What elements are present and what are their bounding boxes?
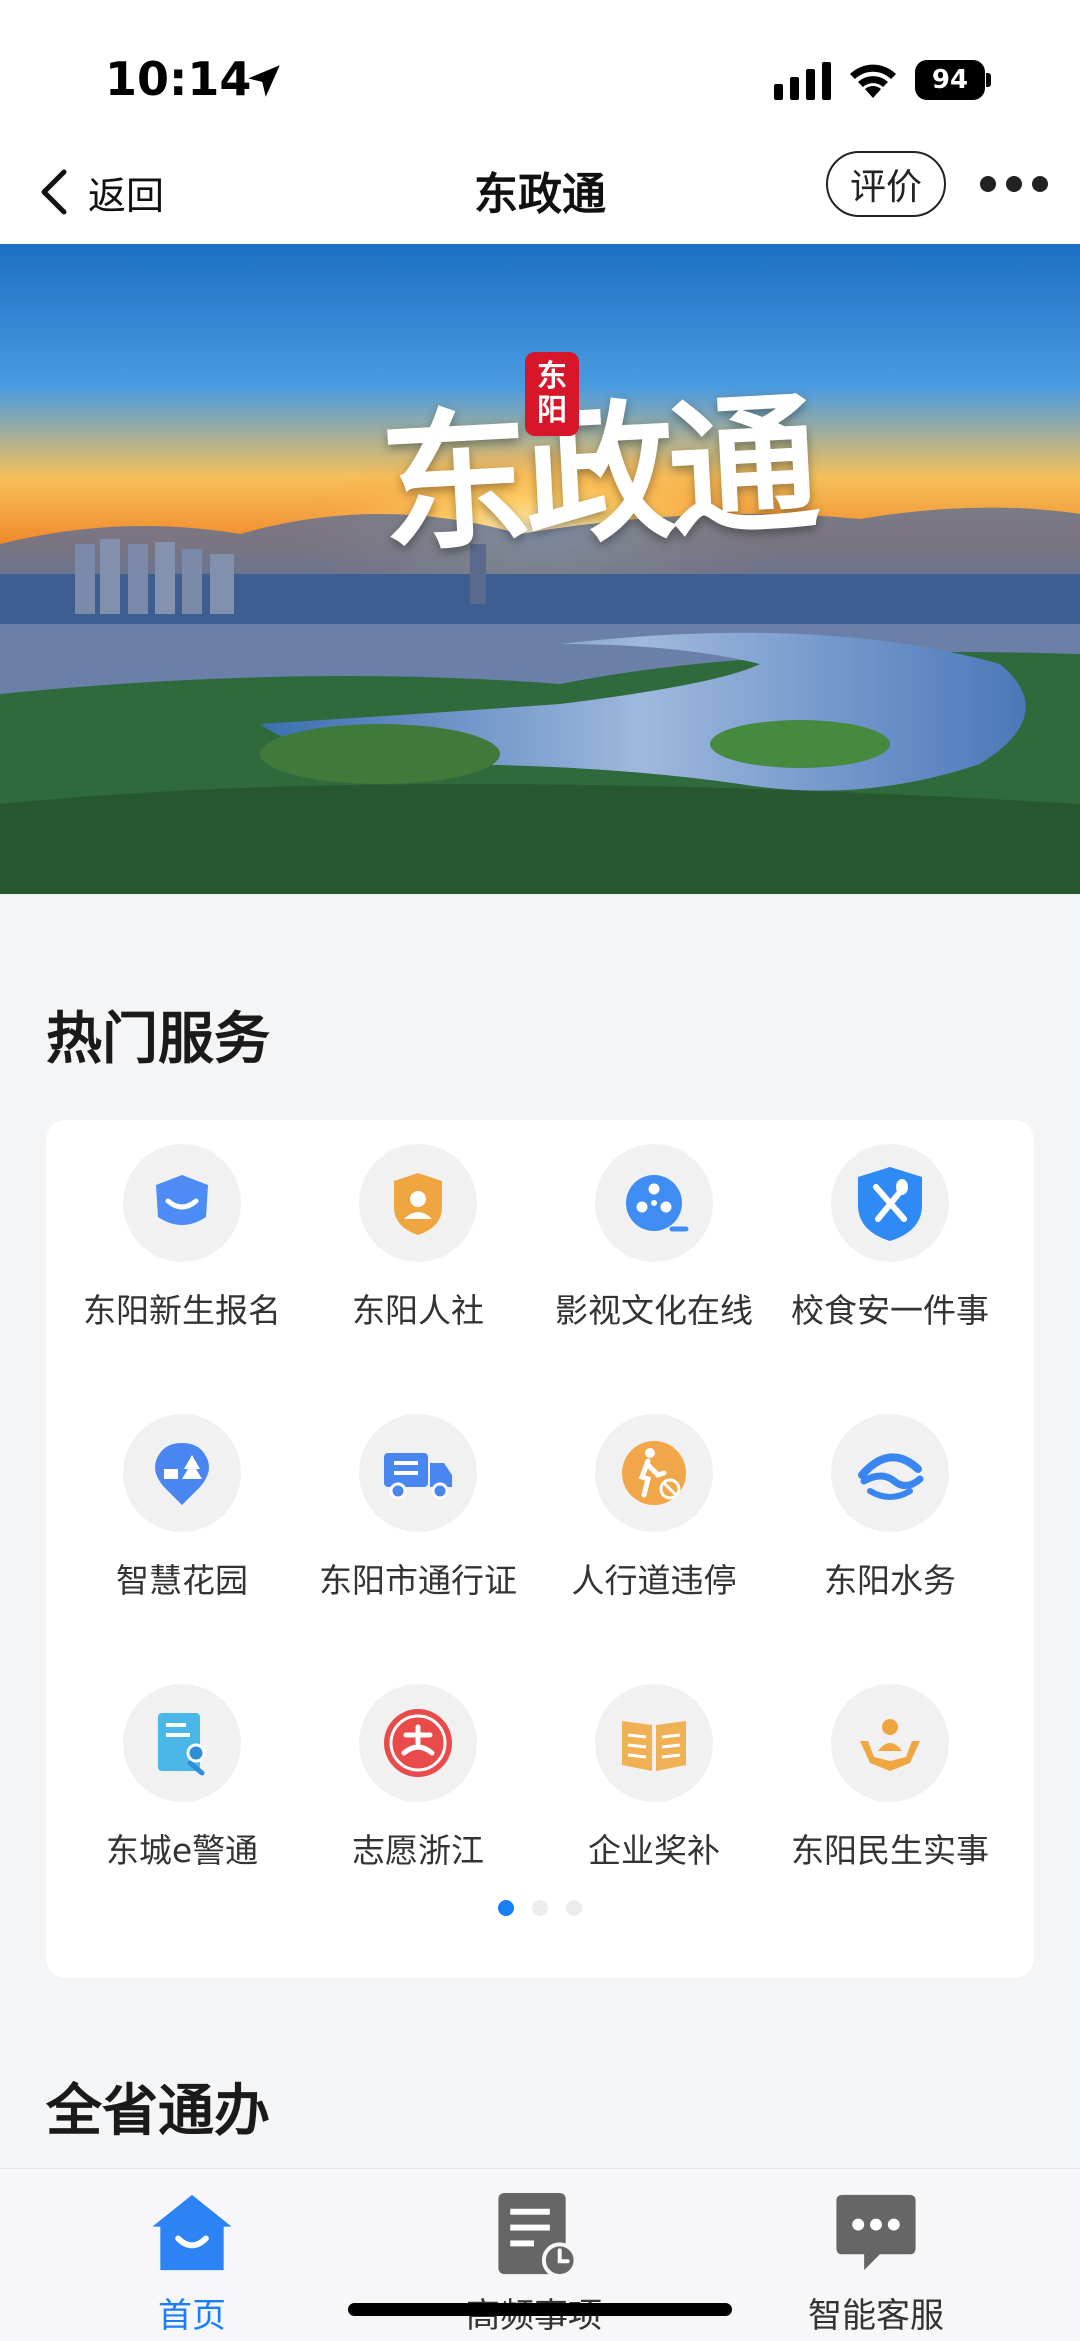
- service-item[interactable]: 东阳人社: [300, 1144, 536, 1384]
- service-label: 智慧花园: [116, 1561, 248, 1600]
- seal-text: 东: [537, 359, 567, 394]
- service-item[interactable]: 企业奖补: [536, 1684, 772, 1924]
- nav-bar: 返回 东政通 评价: [0, 140, 1080, 244]
- service-item[interactable]: 东阳民生实事: [772, 1684, 1008, 1924]
- hands-person-icon: [860, 1719, 920, 1771]
- service-icon-bg: [831, 1414, 949, 1532]
- service-label: 志愿浙江: [352, 1831, 484, 1870]
- service-icon-bg: [123, 1414, 241, 1532]
- home-indicator[interactable]: [348, 2303, 732, 2316]
- film-reel-icon: [626, 1175, 689, 1232]
- pedestrian-no-parking-icon: [622, 1441, 686, 1505]
- service-icon-bg: [123, 1684, 241, 1802]
- graduation-cap-icon: [156, 1175, 208, 1225]
- tab-label: 首页: [158, 2296, 226, 2336]
- truck-pass-icon: [384, 1453, 452, 1500]
- location-arrow-icon: [248, 65, 280, 97]
- service-item[interactable]: 东城e警通: [64, 1684, 300, 1924]
- chat-bubble-icon: [836, 2194, 916, 2271]
- police-form-icon: [158, 1713, 206, 1776]
- pagination-dot-active[interactable]: [498, 1900, 514, 1916]
- service-label: 东阳人社: [352, 1291, 484, 1330]
- chevron-left-icon: [41, 169, 67, 215]
- water-wave-icon: [858, 1453, 924, 1500]
- battery-tip: [986, 73, 991, 87]
- service-label: 东阳水务: [824, 1561, 956, 1600]
- service-label: 影视文化在线: [555, 1291, 753, 1330]
- service-icon-bg: [359, 1684, 477, 1802]
- service-label: 东阳民生实事: [791, 1831, 989, 1870]
- service-item[interactable]: 智慧花园: [64, 1414, 300, 1654]
- service-icon-bg: [595, 1414, 713, 1532]
- banner-image[interactable]: 东政通 东 阳: [0, 244, 1080, 894]
- service-label: 东城e警通: [105, 1831, 259, 1870]
- service-item[interactable]: 东阳水务: [772, 1414, 1008, 1654]
- hot-services-grid: 东阳新生报名 东阳人社 影视文化在线 校食安一件事 智慧花园 东阳市通行证 人行…: [46, 1120, 1034, 1978]
- service-icon-bg: [831, 1684, 949, 1802]
- volunteer-badge-icon: [384, 1709, 452, 1777]
- banner-title: 东政通: [376, 375, 817, 575]
- battery-level: 94: [915, 60, 985, 100]
- back-label: 返回: [88, 173, 165, 218]
- service-icon-bg: [595, 1144, 713, 1262]
- page: 10:14 94 返回 东政通 评价 东政通 东 阳 热门服务 东阳新生报名 东…: [0, 0, 1080, 2341]
- person-badge-icon: [394, 1173, 442, 1235]
- service-icon-bg: [359, 1414, 477, 1532]
- more-dot-icon: [1006, 176, 1022, 192]
- service-item[interactable]: 东阳市通行证: [300, 1414, 536, 1654]
- garden-pin-icon: [155, 1443, 209, 1505]
- tab-smart-service[interactable]: 智能客服: [756, 2187, 996, 2337]
- service-label: 企业奖补: [588, 1831, 720, 1870]
- service-item[interactable]: 人行道违停: [536, 1414, 772, 1654]
- pagination-dot[interactable]: [566, 1900, 582, 1916]
- pagination-dot[interactable]: [532, 1900, 548, 1916]
- service-icon-bg: [359, 1144, 477, 1262]
- service-icon-bg: [595, 1684, 713, 1802]
- tab-label: 智能客服: [808, 2296, 944, 2336]
- home-icon: [152, 2194, 232, 2271]
- service-item[interactable]: 志愿浙江: [300, 1684, 536, 1924]
- battery-indicator: 94: [915, 60, 991, 100]
- service-item[interactable]: 影视文化在线: [536, 1144, 772, 1384]
- status-time: 10:14: [105, 52, 252, 106]
- document-clock-icon: [498, 2192, 578, 2279]
- service-label: 东阳市通行证: [319, 1561, 517, 1600]
- more-dot-icon: [980, 176, 996, 192]
- more-dot-icon: [1032, 176, 1048, 192]
- more-options-button[interactable]: [980, 172, 1048, 196]
- service-label: 校食安一件事: [791, 1291, 989, 1330]
- service-item[interactable]: 校食安一件事: [772, 1144, 1008, 1384]
- wifi-icon: [850, 64, 896, 98]
- service-label: 人行道违停: [571, 1561, 737, 1600]
- hot-services-title: 热门服务: [46, 1007, 270, 1072]
- cellular-signal-icon: [774, 62, 831, 100]
- tab-home[interactable]: 首页: [72, 2187, 312, 2337]
- fork-spoon-shield-icon: [858, 1167, 922, 1241]
- service-item[interactable]: 东阳新生报名: [64, 1144, 300, 1384]
- status-bar: 10:14 94: [0, 0, 1080, 140]
- back-button[interactable]: 返回: [36, 160, 164, 224]
- service-icon-bg: [831, 1144, 949, 1262]
- service-icon-bg: [123, 1144, 241, 1262]
- province-services-title: 全省通办: [46, 2079, 270, 2144]
- open-book-icon: [622, 1721, 686, 1771]
- banner-seal: 东 阳: [525, 352, 579, 436]
- rate-button[interactable]: 评价: [826, 151, 946, 217]
- pagination-dots: [46, 1900, 1034, 1916]
- service-label: 东阳新生报名: [83, 1291, 281, 1330]
- seal-text: 阳: [537, 393, 567, 428]
